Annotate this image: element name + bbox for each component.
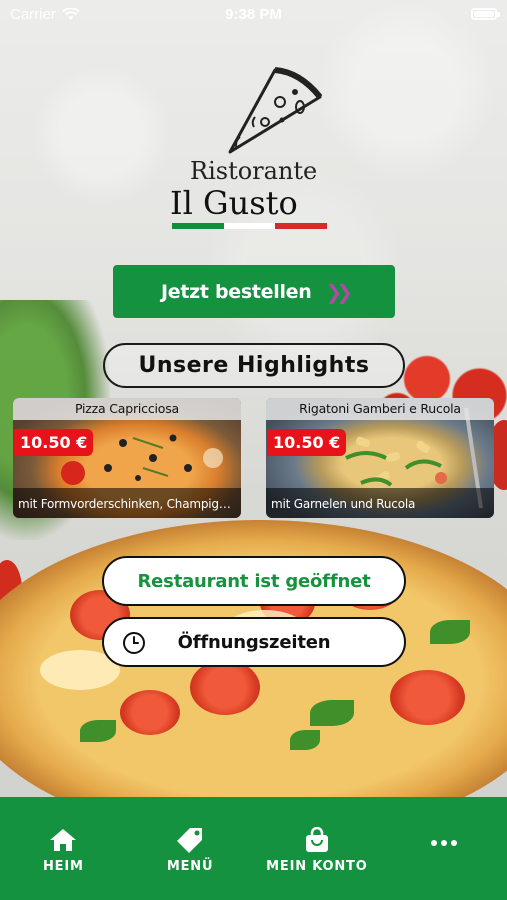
status-bar: Carrier 9:38 PM (0, 0, 507, 28)
price-badge: 10.50 € (267, 429, 347, 456)
restaurant-status-button[interactable]: Restaurant ist geöffnet (102, 556, 406, 606)
restaurant-status-label: Restaurant ist geöffnet (137, 570, 371, 592)
home-icon (50, 829, 77, 851)
clock-icon (123, 632, 145, 654)
opening-hours-button[interactable]: Öffnungszeiten (102, 617, 406, 667)
opening-hours-label: Öffnungszeiten (177, 631, 331, 653)
dish-description: mit Formvorderschinken, Champignons,... (18, 497, 237, 511)
double-chevron-right-icon: ❯❯ (325, 279, 352, 304)
pizza-slice-icon (228, 67, 323, 154)
tag-icon (177, 828, 203, 853)
tab-home[interactable]: HEIM (0, 797, 127, 900)
price-badge: 10.50 € (14, 429, 94, 456)
dish-name: Pizza Capricciosa (74, 401, 180, 416)
tab-menu-label: MENÜ (166, 859, 214, 874)
highlight-card[interactable]: Rigatoni Gamberi e Rucola 10.50 € mit Ga… (266, 398, 494, 518)
tab-home-label: HEIM (43, 859, 84, 874)
logo-line1: Ristorante (190, 157, 318, 185)
dish-name: Rigatoni Gamberi e Rucola (299, 401, 461, 416)
tab-account[interactable]: MEIN KONTO (254, 797, 381, 900)
dish-description: mit Garnelen und Rucola (271, 497, 416, 511)
italian-flag-stripe (172, 223, 328, 229)
order-now-label: Jetzt bestellen (160, 280, 312, 303)
bottom-tab-bar: HEIM MENÜ MEIN KONTO (0, 797, 507, 900)
tab-more[interactable] (380, 797, 507, 900)
highlights-header: Unsere Highlights (103, 343, 405, 388)
battery-icon (471, 8, 500, 20)
more-icon (430, 840, 457, 846)
shopping-bag-icon (305, 827, 328, 852)
order-now-button[interactable]: Jetzt bestellen ❯❯ (113, 265, 395, 318)
tab-menu[interactable]: MENÜ (127, 797, 254, 900)
clock-time: 9:38 PM (225, 5, 282, 23)
highlights-title: Unsere Highlights (138, 353, 370, 378)
highlight-card[interactable]: Pizza Capricciosa 10.50 € mit Formvorder… (13, 398, 241, 518)
tab-account-label: MEIN KONTO (266, 859, 368, 874)
restaurant-logo: Ristorante Il Gusto (170, 62, 340, 237)
logo-line2: Il Gusto (170, 184, 298, 222)
